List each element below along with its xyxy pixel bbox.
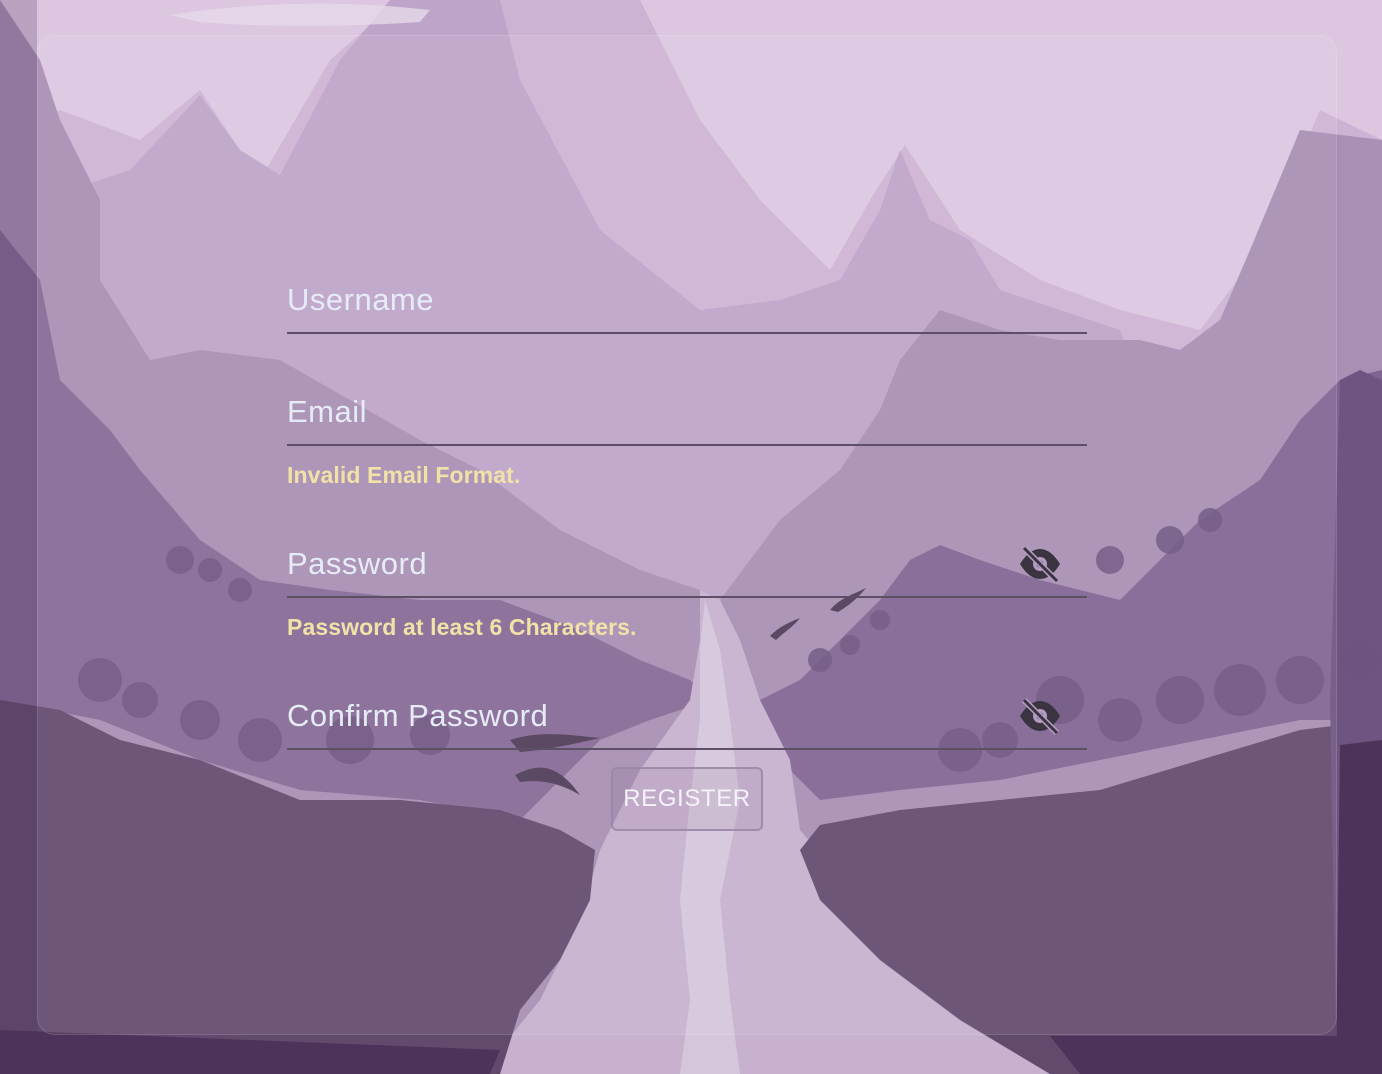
email-field-group: Invalid Email Format.: [287, 390, 1087, 489]
eye-off-icon[interactable]: [1017, 544, 1063, 584]
password-error-message: Password at least 6 Characters.: [287, 614, 637, 640]
eye-off-icon[interactable]: [1017, 696, 1063, 736]
username-field-group: [287, 278, 1087, 334]
page: Invalid Email Format. Password at least …: [0, 0, 1382, 1074]
register-button[interactable]: REGISTER: [611, 767, 763, 831]
confirm-password-field-group: [287, 694, 1087, 750]
confirm-password-input[interactable]: [287, 694, 1087, 750]
email-input[interactable]: [287, 390, 1087, 446]
register-card: [37, 35, 1337, 1035]
password-field-group: Password at least 6 Characters.: [287, 542, 1087, 641]
password-input[interactable]: [287, 542, 1087, 598]
username-input[interactable]: [287, 278, 1087, 334]
email-error-message: Invalid Email Format.: [287, 462, 521, 488]
